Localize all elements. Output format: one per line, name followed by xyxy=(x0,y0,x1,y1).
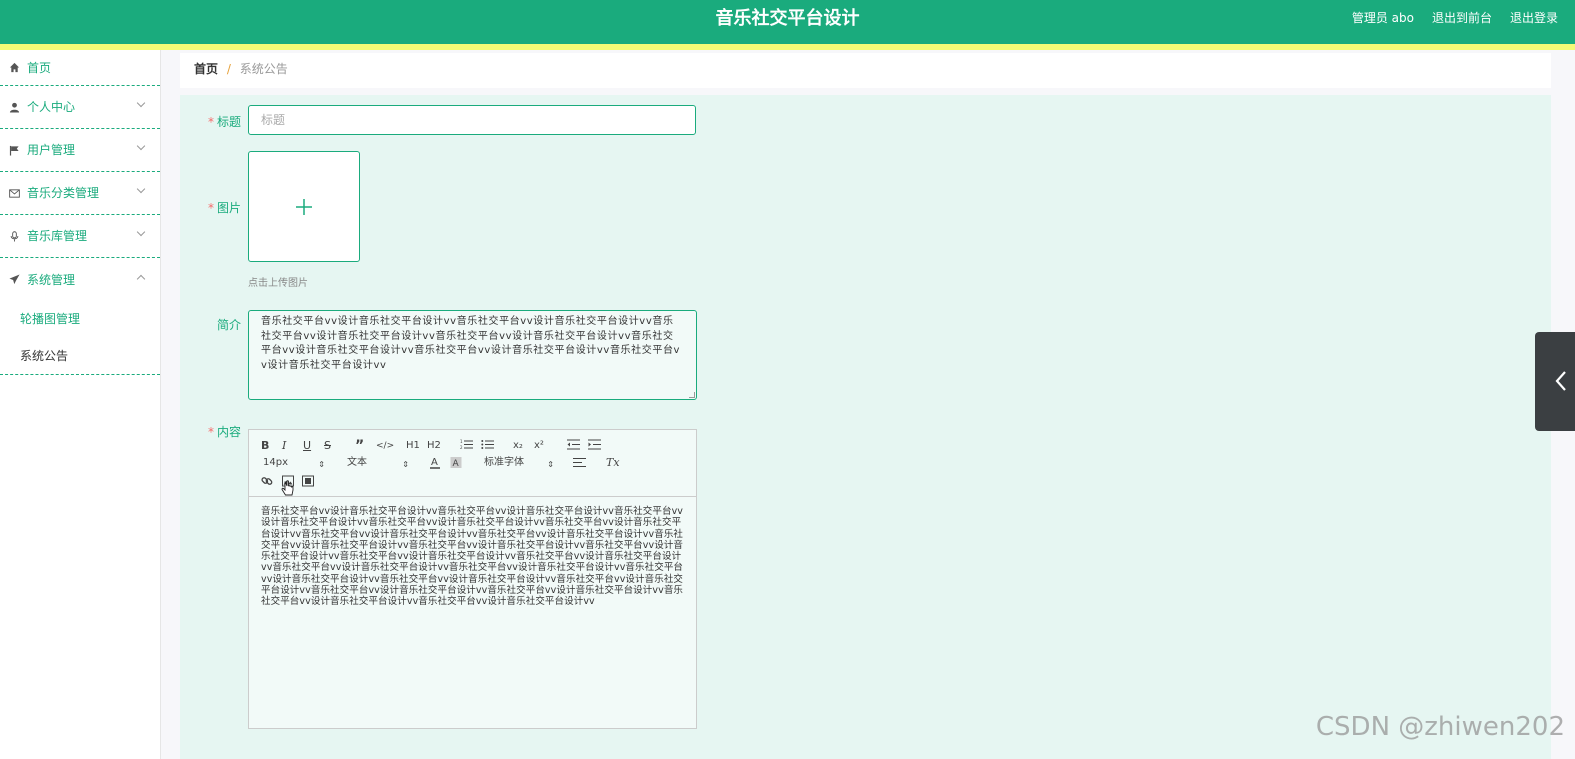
header-actions: 管理员 abo 退出到前台 退出登录 xyxy=(1352,0,1558,36)
align-icon xyxy=(573,458,586,467)
title-input[interactable] xyxy=(248,105,696,135)
sidebar-item-user-management[interactable]: 用户管理 xyxy=(0,129,160,172)
blockquote-button[interactable]: ” xyxy=(355,439,364,453)
chevron-down-icon xyxy=(136,184,146,194)
back-to-front-link[interactable]: 退出到前台 xyxy=(1432,0,1492,36)
align-button[interactable] xyxy=(573,457,586,471)
select-arrow-icon: ⇕ xyxy=(547,460,554,469)
chevron-down-icon xyxy=(136,141,146,151)
required-mark: * xyxy=(207,115,214,129)
chevron-down-icon xyxy=(136,98,146,108)
svg-text:A: A xyxy=(453,459,460,469)
site-title: 音乐社交平台设计 xyxy=(715,8,860,29)
chevron-up-icon xyxy=(136,274,146,284)
select-arrow-icon: ⇕ xyxy=(402,460,409,469)
ordered-list-icon: 12 xyxy=(460,439,473,450)
header2-button[interactable]: H2 xyxy=(427,439,441,453)
send-icon xyxy=(9,274,20,285)
indent-icon xyxy=(588,439,601,450)
breadcrumb-home[interactable]: 首页 xyxy=(194,62,218,76)
header1-button[interactable]: H1 xyxy=(406,439,420,453)
breadcrumb: 首页 / 系统公告 xyxy=(180,53,1551,88)
link-button[interactable] xyxy=(261,475,273,489)
mail-icon xyxy=(9,188,20,199)
select-arrow-icon: ⇕ xyxy=(318,460,325,469)
plus-icon xyxy=(296,198,312,215)
font-family-select[interactable]: 标准字体 ⇕ xyxy=(484,456,554,470)
indent-button[interactable] xyxy=(588,439,601,453)
underline-button[interactable]: U xyxy=(303,439,311,453)
sidebar-item-system-management[interactable]: 系统管理 xyxy=(0,258,160,301)
background-color-button[interactable]: A xyxy=(450,456,462,470)
svg-text:1: 1 xyxy=(460,439,463,444)
watermark-text: CSDN @zhiwen202 xyxy=(1315,712,1565,742)
svg-text:A: A xyxy=(431,457,438,468)
video-icon xyxy=(302,475,314,487)
required-mark: * xyxy=(207,425,214,439)
ordered-list-button[interactable]: 12 xyxy=(460,439,473,453)
editor-toolbar: B I U S ” </> H1 H2 12 x₂ x² 14px ⇕ 文本 ⇕… xyxy=(249,430,696,497)
link-icon xyxy=(261,477,273,485)
sidebar-item-label: 系统管理 xyxy=(27,272,76,287)
breadcrumb-separator: / xyxy=(226,62,231,76)
sidebar-item-label: 用户管理 xyxy=(27,143,76,157)
resize-grip-icon[interactable] xyxy=(689,392,695,398)
announcement-form: *标题 *图片 点击上传图片 简介 音乐社交平台vv设计音乐社交平台设计vv音乐… xyxy=(180,95,1551,759)
outdent-button[interactable] xyxy=(567,439,580,453)
sidebar-item-personal-center[interactable]: 个人中心 xyxy=(0,86,160,129)
mic-icon xyxy=(9,230,20,242)
user-icon xyxy=(9,102,20,113)
text-type-select[interactable]: 文本 ⇕ xyxy=(347,456,409,470)
sidebar-subitem-carousel[interactable]: 轮播图管理 xyxy=(0,301,160,338)
editor-content[interactable]: 音乐社交平台vv设计音乐社交平台设计vv音乐社交平台vv设计音乐社交平台设计vv… xyxy=(261,506,686,608)
sidebar: 首页 个人中心 用户管理 音乐分类管理 音乐库管理 系统管理 轮播图管理 系统公… xyxy=(0,50,161,759)
required-mark: * xyxy=(207,201,214,215)
font-color-icon: A xyxy=(430,457,440,469)
title-label: * 标题 xyxy=(207,115,241,129)
admin-user-label: 管理员 abo xyxy=(1351,11,1414,25)
home-icon xyxy=(9,62,20,73)
chevron-left-icon xyxy=(1555,371,1566,391)
image-upload-button[interactable] xyxy=(248,151,360,262)
sidebar-item-label: 个人中心 xyxy=(27,100,76,114)
breadcrumb-current: 系统公告 xyxy=(239,62,288,76)
intro-label: 简介 xyxy=(216,318,241,332)
clear-format-button[interactable]: Tx xyxy=(606,456,620,470)
rich-text-editor: B I U S ” </> H1 H2 12 x₂ x² 14px ⇕ 文本 ⇕… xyxy=(248,429,697,729)
sidebar-item-label: 音乐库管理 xyxy=(27,229,88,243)
sidebar-item-home[interactable]: 首页 xyxy=(0,50,160,86)
intro-textarea[interactable]: 音乐社交平台vv设计音乐社交平台设计vv音乐社交平台vv设计音乐社交平台设计vv… xyxy=(248,310,697,400)
chevron-down-icon xyxy=(136,227,146,237)
sidebar-subitem-announcement[interactable]: 系统公告 xyxy=(0,338,160,375)
bold-button[interactable]: B xyxy=(261,439,269,453)
hand-cursor-icon xyxy=(280,480,296,496)
highlight-icon: A xyxy=(450,457,462,469)
outdent-icon xyxy=(567,439,580,450)
superscript-button[interactable]: x² xyxy=(534,439,544,453)
svg-text:2: 2 xyxy=(460,445,463,450)
side-collapse-tab[interactable] xyxy=(1535,332,1575,431)
code-block-button[interactable]: </> xyxy=(376,439,394,453)
logout-link[interactable]: 退出登录 xyxy=(1510,0,1558,36)
subscript-button[interactable]: x₂ xyxy=(513,439,523,453)
strike-button[interactable]: S xyxy=(324,439,331,453)
upload-hint: 点击上传图片 xyxy=(248,278,308,289)
sidebar-item-music-library[interactable]: 音乐库管理 xyxy=(0,215,160,258)
content-label: * 内容 xyxy=(207,425,241,439)
header-accent-strip xyxy=(0,44,1575,50)
italic-button[interactable]: I xyxy=(282,439,286,453)
sidebar-item-music-category[interactable]: 音乐分类管理 xyxy=(0,172,160,215)
bullet-list-icon xyxy=(481,440,494,449)
intro-text: 音乐社交平台vv设计音乐社交平台设计vv音乐社交平台vv设计音乐社交平台设计vv… xyxy=(261,316,681,371)
image-label: * 图片 xyxy=(207,201,241,215)
flag-icon xyxy=(9,145,20,156)
sidebar-item-label: 首页 xyxy=(27,60,52,75)
text-color-button[interactable]: A xyxy=(429,456,441,470)
video-insert-button[interactable] xyxy=(302,475,314,489)
sidebar-item-label: 音乐分类管理 xyxy=(27,186,100,200)
top-header: 音乐社交平台设计 管理员 abo 退出到前台 退出登录 xyxy=(0,0,1575,44)
font-size-select[interactable]: 14px ⇕ xyxy=(263,456,325,470)
bullet-list-button[interactable] xyxy=(481,439,494,453)
